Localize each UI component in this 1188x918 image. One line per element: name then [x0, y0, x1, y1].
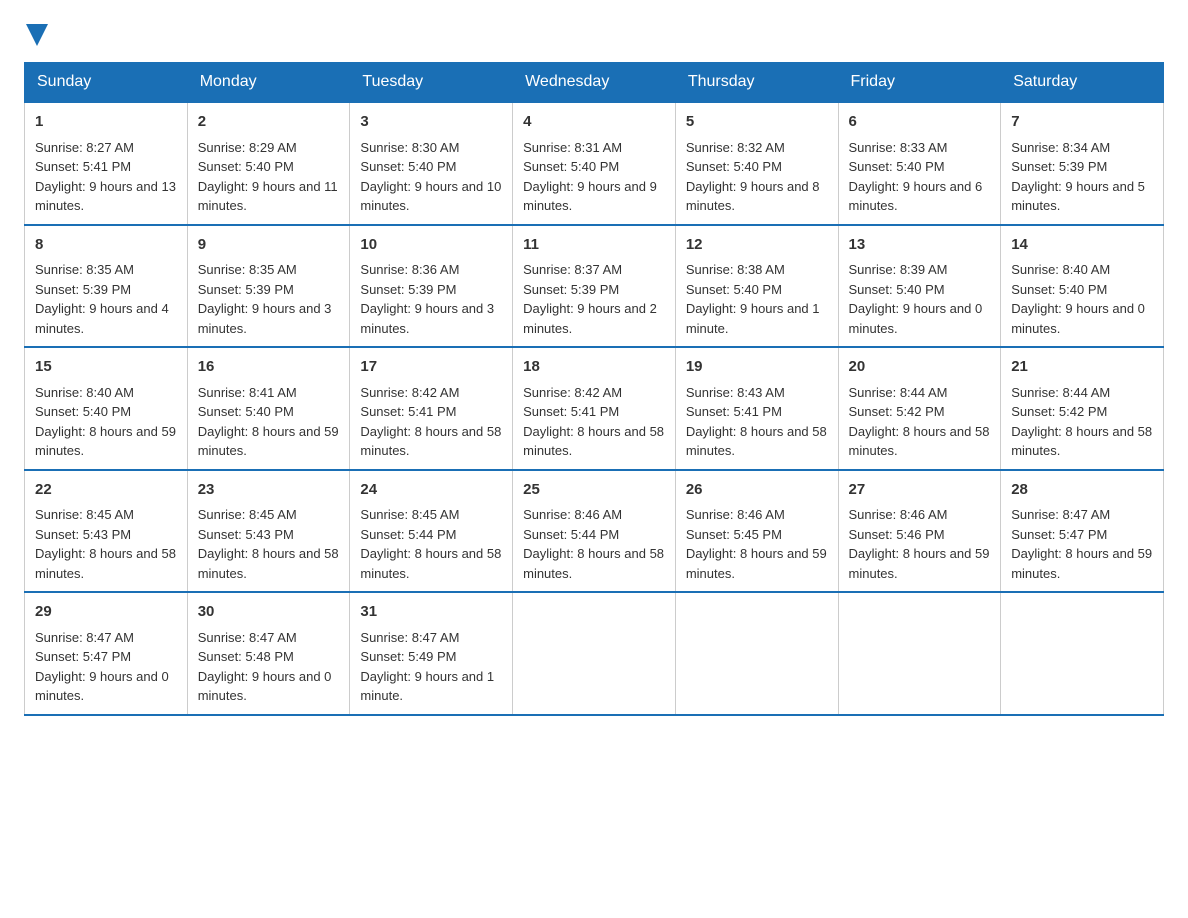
day-number: 27: [849, 479, 991, 502]
calendar-day-header: Tuesday: [350, 63, 513, 103]
calendar-cell: 31Sunrise: 8:47 AMSunset: 5:49 PMDayligh…: [350, 592, 513, 715]
calendar-week-row: 29Sunrise: 8:47 AMSunset: 5:47 PMDayligh…: [25, 592, 1164, 715]
calendar-cell: 8Sunrise: 8:35 AMSunset: 5:39 PMDaylight…: [25, 225, 188, 348]
day-number: 26: [686, 479, 828, 502]
calendar-cell: 5Sunrise: 8:32 AMSunset: 5:40 PMDaylight…: [675, 102, 838, 225]
calendar-table: SundayMondayTuesdayWednesdayThursdayFrid…: [24, 62, 1164, 716]
day-number: 29: [35, 601, 177, 624]
calendar-cell: 2Sunrise: 8:29 AMSunset: 5:40 PMDaylight…: [187, 102, 350, 225]
calendar-cell: 25Sunrise: 8:46 AMSunset: 5:44 PMDayligh…: [513, 470, 676, 593]
day-number: 13: [849, 234, 991, 257]
day-number: 19: [686, 356, 828, 379]
calendar-day-header: Thursday: [675, 63, 838, 103]
calendar-cell: [675, 592, 838, 715]
calendar-cell: 12Sunrise: 8:38 AMSunset: 5:40 PMDayligh…: [675, 225, 838, 348]
calendar-cell: 4Sunrise: 8:31 AMSunset: 5:40 PMDaylight…: [513, 102, 676, 225]
day-number: 18: [523, 356, 665, 379]
calendar-cell: 27Sunrise: 8:46 AMSunset: 5:46 PMDayligh…: [838, 470, 1001, 593]
calendar-cell: 26Sunrise: 8:46 AMSunset: 5:45 PMDayligh…: [675, 470, 838, 593]
day-number: 11: [523, 234, 665, 257]
calendar-header-row: SundayMondayTuesdayWednesdayThursdayFrid…: [25, 63, 1164, 103]
calendar-cell: 7Sunrise: 8:34 AMSunset: 5:39 PMDaylight…: [1001, 102, 1164, 225]
calendar-cell: 17Sunrise: 8:42 AMSunset: 5:41 PMDayligh…: [350, 347, 513, 470]
day-number: 9: [198, 234, 340, 257]
day-number: 31: [360, 601, 502, 624]
logo: [24, 24, 48, 46]
calendar-day-header: Saturday: [1001, 63, 1164, 103]
calendar-cell: 1Sunrise: 8:27 AMSunset: 5:41 PMDaylight…: [25, 102, 188, 225]
day-number: 7: [1011, 111, 1153, 134]
logo-arrow-icon: [26, 24, 48, 46]
day-number: 17: [360, 356, 502, 379]
calendar-day-header: Sunday: [25, 63, 188, 103]
calendar-cell: 6Sunrise: 8:33 AMSunset: 5:40 PMDaylight…: [838, 102, 1001, 225]
day-number: 1: [35, 111, 177, 134]
calendar-day-header: Monday: [187, 63, 350, 103]
calendar-cell: 22Sunrise: 8:45 AMSunset: 5:43 PMDayligh…: [25, 470, 188, 593]
calendar-cell: 28Sunrise: 8:47 AMSunset: 5:47 PMDayligh…: [1001, 470, 1164, 593]
page-header: [24, 24, 1164, 46]
day-number: 30: [198, 601, 340, 624]
day-number: 12: [686, 234, 828, 257]
calendar-cell: [1001, 592, 1164, 715]
calendar-cell: 23Sunrise: 8:45 AMSunset: 5:43 PMDayligh…: [187, 470, 350, 593]
calendar-cell: 16Sunrise: 8:41 AMSunset: 5:40 PMDayligh…: [187, 347, 350, 470]
calendar-day-header: Wednesday: [513, 63, 676, 103]
calendar-cell: 10Sunrise: 8:36 AMSunset: 5:39 PMDayligh…: [350, 225, 513, 348]
calendar-cell: 24Sunrise: 8:45 AMSunset: 5:44 PMDayligh…: [350, 470, 513, 593]
day-number: 16: [198, 356, 340, 379]
day-number: 21: [1011, 356, 1153, 379]
day-number: 2: [198, 111, 340, 134]
calendar-cell: [838, 592, 1001, 715]
day-number: 10: [360, 234, 502, 257]
day-number: 14: [1011, 234, 1153, 257]
day-number: 15: [35, 356, 177, 379]
calendar-cell: 3Sunrise: 8:30 AMSunset: 5:40 PMDaylight…: [350, 102, 513, 225]
calendar-week-row: 22Sunrise: 8:45 AMSunset: 5:43 PMDayligh…: [25, 470, 1164, 593]
day-number: 4: [523, 111, 665, 134]
calendar-cell: 11Sunrise: 8:37 AMSunset: 5:39 PMDayligh…: [513, 225, 676, 348]
calendar-day-header: Friday: [838, 63, 1001, 103]
calendar-week-row: 1Sunrise: 8:27 AMSunset: 5:41 PMDaylight…: [25, 102, 1164, 225]
calendar-cell: 18Sunrise: 8:42 AMSunset: 5:41 PMDayligh…: [513, 347, 676, 470]
day-number: 3: [360, 111, 502, 134]
calendar-cell: 20Sunrise: 8:44 AMSunset: 5:42 PMDayligh…: [838, 347, 1001, 470]
day-number: 23: [198, 479, 340, 502]
calendar-cell: 9Sunrise: 8:35 AMSunset: 5:39 PMDaylight…: [187, 225, 350, 348]
calendar-week-row: 8Sunrise: 8:35 AMSunset: 5:39 PMDaylight…: [25, 225, 1164, 348]
calendar-cell: 30Sunrise: 8:47 AMSunset: 5:48 PMDayligh…: [187, 592, 350, 715]
day-number: 28: [1011, 479, 1153, 502]
calendar-cell: 21Sunrise: 8:44 AMSunset: 5:42 PMDayligh…: [1001, 347, 1164, 470]
calendar-cell: 15Sunrise: 8:40 AMSunset: 5:40 PMDayligh…: [25, 347, 188, 470]
calendar-cell: 13Sunrise: 8:39 AMSunset: 5:40 PMDayligh…: [838, 225, 1001, 348]
calendar-cell: 19Sunrise: 8:43 AMSunset: 5:41 PMDayligh…: [675, 347, 838, 470]
day-number: 20: [849, 356, 991, 379]
day-number: 6: [849, 111, 991, 134]
calendar-week-row: 15Sunrise: 8:40 AMSunset: 5:40 PMDayligh…: [25, 347, 1164, 470]
day-number: 8: [35, 234, 177, 257]
day-number: 22: [35, 479, 177, 502]
day-number: 25: [523, 479, 665, 502]
day-number: 24: [360, 479, 502, 502]
calendar-cell: [513, 592, 676, 715]
calendar-cell: 29Sunrise: 8:47 AMSunset: 5:47 PMDayligh…: [25, 592, 188, 715]
calendar-cell: 14Sunrise: 8:40 AMSunset: 5:40 PMDayligh…: [1001, 225, 1164, 348]
day-number: 5: [686, 111, 828, 134]
